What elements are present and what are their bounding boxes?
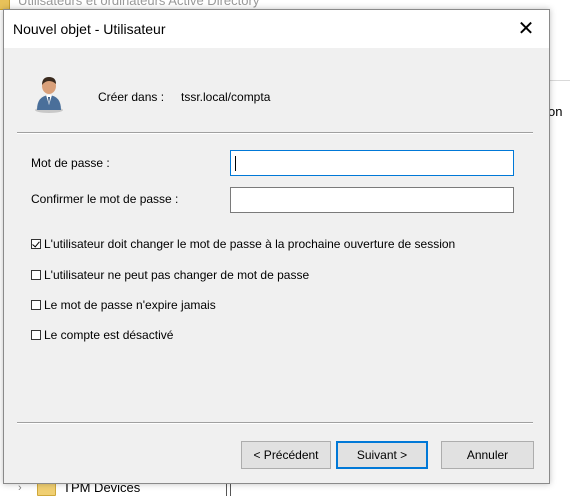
next-button[interactable]: Suivant > [336, 441, 428, 469]
confirm-password-field[interactable] [230, 187, 514, 213]
column-header-divider [548, 80, 570, 81]
create-in-label: Créer dans : [98, 90, 165, 104]
option-label: Le compte est désactivé [44, 328, 174, 342]
column-text-fragment: on [548, 104, 563, 119]
dialog-titlebar[interactable]: Nouvel objet - Utilisateur ✕ [4, 10, 549, 48]
cancel-button[interactable]: Annuler [441, 441, 534, 469]
password-label: Mot de passe : [31, 156, 110, 170]
option-label: Le mot de passe n'expire jamais [44, 298, 216, 312]
checkbox-checked[interactable] [31, 239, 41, 249]
create-in-value: tssr.local/compta [181, 90, 271, 104]
user-icon [35, 77, 63, 113]
separator-bottom [17, 422, 533, 424]
close-icon[interactable]: ✕ [509, 16, 543, 42]
text-caret [235, 156, 236, 171]
option-label: L'utilisateur ne peut pas changer de mot… [44, 268, 310, 282]
background-list-pane: on [548, 40, 570, 480]
dialog-title: Nouvel objet - Utilisateur [13, 21, 166, 37]
confirm-password-label: Confirmer le mot de passe : [31, 192, 179, 206]
checkbox[interactable] [31, 300, 41, 310]
option-cannot-change-password[interactable]: L'utilisateur ne peut pas changer de mot… [31, 268, 309, 282]
option-must-change-password[interactable]: L'utilisateur doit changer le mot de pas… [31, 237, 455, 251]
option-account-disabled[interactable]: Le compte est désactivé [31, 328, 173, 342]
new-user-dialog: Nouvel objet - Utilisateur ✕ Créer dans … [3, 9, 550, 484]
folder-icon [37, 482, 56, 496]
option-password-never-expires[interactable]: Le mot de passe n'expire jamais [31, 298, 216, 312]
separator-top [17, 132, 533, 134]
checkbox[interactable] [31, 330, 41, 340]
password-field[interactable] [230, 150, 514, 176]
checkbox[interactable] [31, 270, 41, 280]
background-window-title-text: Utilisateurs et ordinateurs Active Direc… [18, 0, 260, 8]
back-button[interactable]: < Précédent [241, 441, 331, 469]
option-label: L'utilisateur doit changer le mot de pas… [44, 237, 456, 251]
